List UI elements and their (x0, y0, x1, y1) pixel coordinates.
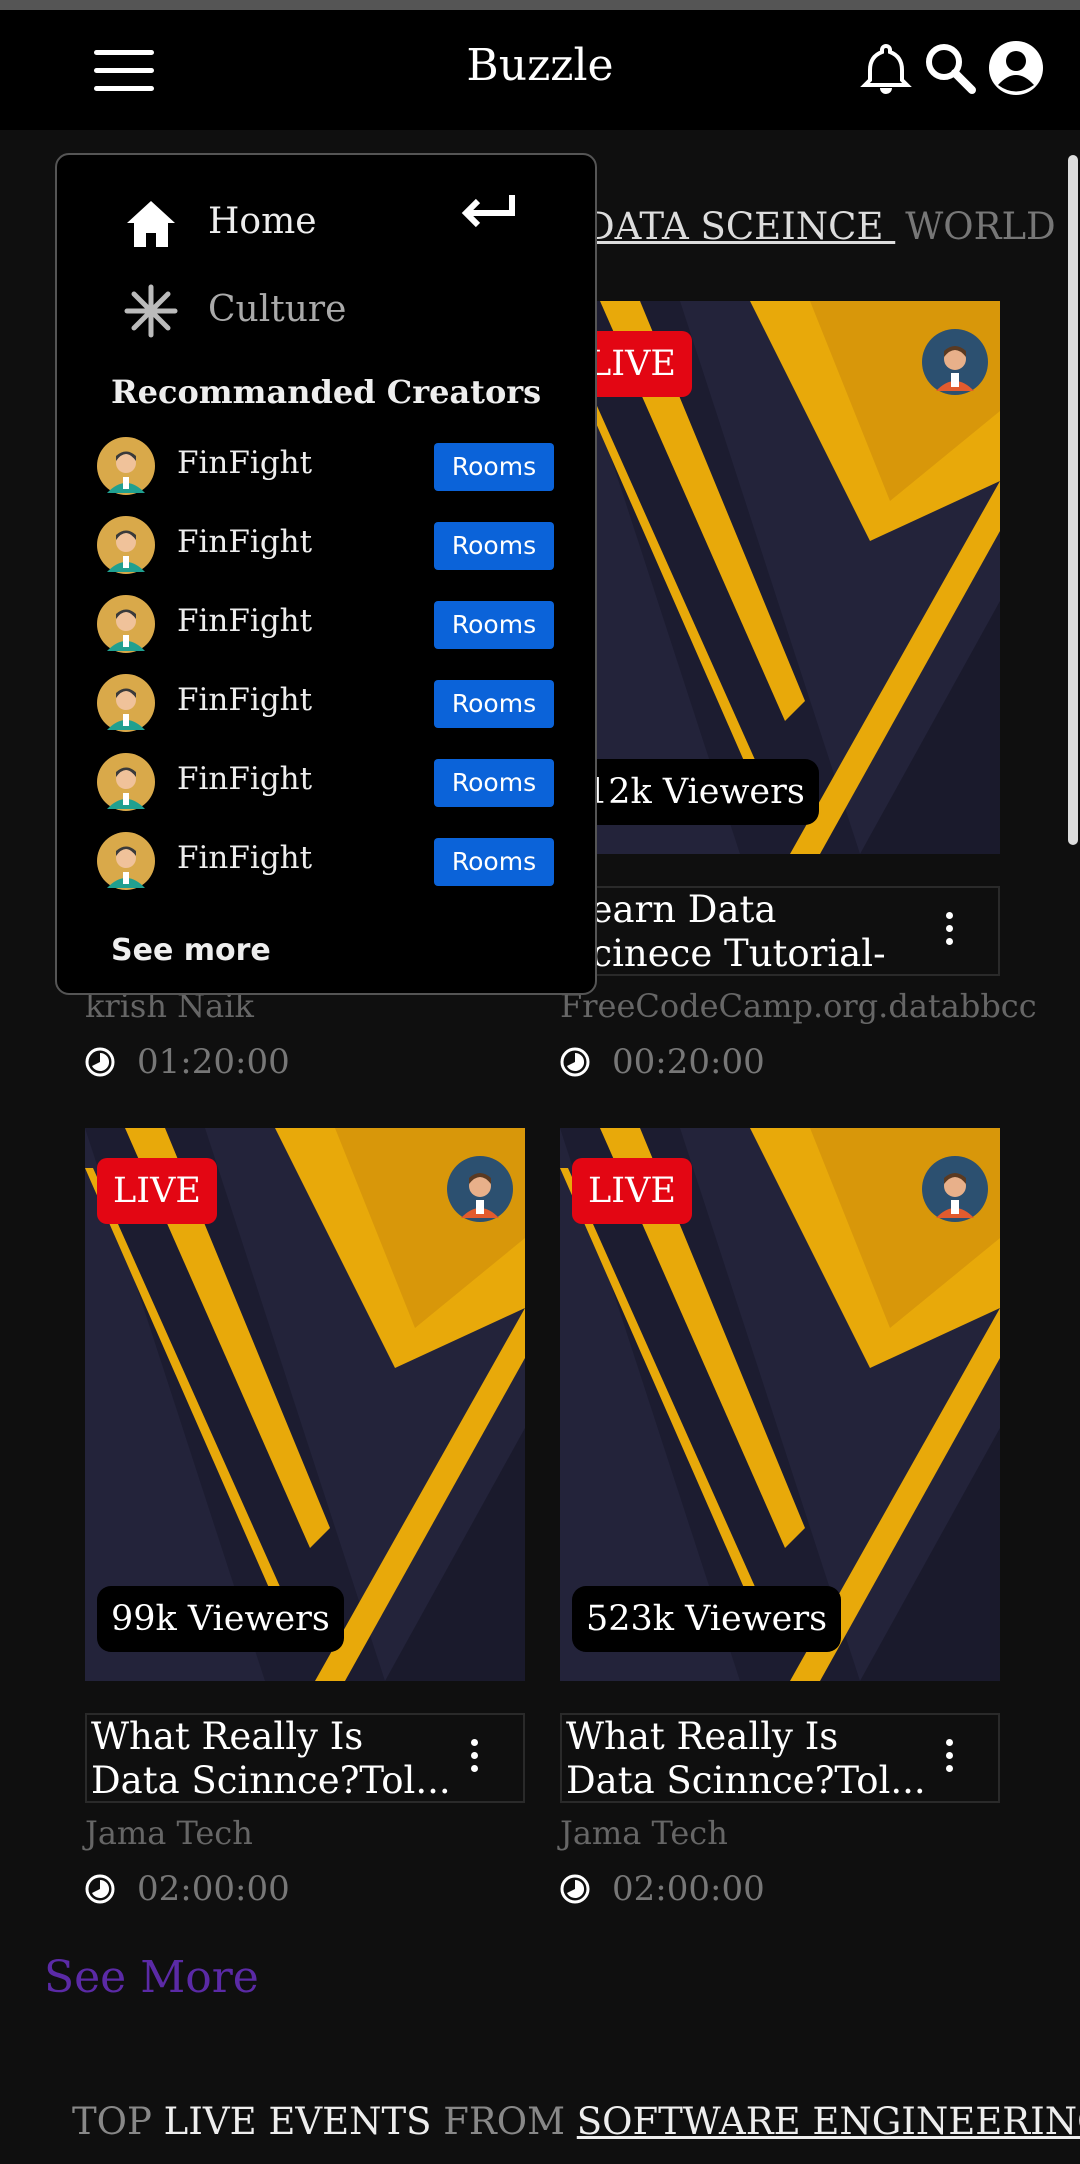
home-icon (127, 201, 175, 247)
search-icon[interactable] (922, 40, 978, 96)
video-title-box: What Really Is Data Scinnce?Tol... (560, 1713, 1000, 1803)
creator-avatar[interactable] (97, 595, 155, 653)
creator-name[interactable]: FinFight (177, 682, 312, 718)
tab-data-science[interactable]: DATA SCEINCE (585, 205, 895, 248)
channel-avatar[interactable] (447, 1156, 513, 1222)
rooms-button[interactable]: Rooms (434, 443, 554, 491)
more-options-icon[interactable] (944, 912, 954, 952)
channel-name[interactable]: Jama Tech (85, 1814, 253, 1852)
creator-avatar[interactable] (97, 516, 155, 574)
more-options-icon[interactable] (944, 1739, 954, 1779)
rooms-button[interactable]: Rooms (434, 601, 554, 649)
video-title-box: Learn Data Scinece Tutorial- Full... (560, 886, 1000, 976)
drawer-item-culture[interactable]: Culture (57, 271, 595, 351)
drawer-see-more-link[interactable]: See more (111, 933, 271, 968)
creator-row[interactable]: FinFight Rooms (57, 510, 595, 580)
account-icon[interactable] (988, 40, 1044, 96)
creator-avatar[interactable] (97, 753, 155, 811)
recommended-creators-title: Recommanded Creators (111, 373, 542, 411)
drawer-item-label: Home (208, 201, 317, 242)
more-options-icon[interactable] (469, 1739, 479, 1779)
viewer-count: 12k Viewers (572, 759, 819, 825)
app-title: Buzzle (466, 40, 614, 91)
creator-row[interactable]: FinFight Rooms (57, 747, 595, 817)
creator-row[interactable]: FinFight Rooms (57, 431, 595, 501)
creator-name[interactable]: FinFight (177, 840, 312, 876)
creator-avatar[interactable] (97, 437, 155, 495)
live-badge: LIVE (97, 1158, 217, 1224)
duration: 01:20:00 (85, 1042, 290, 1082)
video-title[interactable]: What Really Is Data Scinnce?Tol... (91, 1715, 451, 1803)
video-title[interactable]: What Really Is Data Scinnce?Tol... (566, 1715, 926, 1803)
channel-avatar[interactable] (922, 329, 988, 395)
clock-icon (560, 1874, 590, 1904)
duration: 00:20:00 (560, 1042, 765, 1082)
video-thumbnail[interactable]: LIVE 12k Viewers (560, 301, 1000, 854)
clock-icon (85, 1874, 115, 1904)
creator-name[interactable]: FinFight (177, 761, 312, 797)
tab-world[interactable]: WORLD (905, 205, 1055, 248)
creator-row[interactable]: FinFight Rooms (57, 589, 595, 659)
viewer-count: 523k Viewers (572, 1586, 842, 1652)
side-drawer: Home Culture Recommanded Creators FinFig… (55, 153, 597, 995)
creator-avatar[interactable] (97, 832, 155, 890)
channel-name[interactable]: FreeCodeCamp.org.databbcc (560, 987, 1037, 1025)
creator-avatar[interactable] (97, 674, 155, 732)
snowflake-icon (124, 284, 178, 338)
back-arrow-icon[interactable] (460, 191, 516, 231)
clock-icon (85, 1047, 115, 1077)
video-thumbnail[interactable]: LIVE 99k Viewers (85, 1128, 525, 1681)
see-more-link[interactable]: See More (44, 1952, 259, 2003)
creator-row[interactable]: FinFight Rooms (57, 668, 595, 738)
category-link[interactable]: SOFTWARE ENGINEERING (577, 2100, 1080, 2143)
rooms-button[interactable]: Rooms (434, 522, 554, 570)
channel-avatar[interactable] (922, 1156, 988, 1222)
video-title-box: What Really Is Data Scinnce?Tol... (85, 1713, 525, 1803)
creator-row[interactable]: FinFight Rooms (57, 826, 595, 896)
viewer-count: 99k Viewers (97, 1586, 344, 1652)
video-thumbnail[interactable]: LIVE 523k Viewers (560, 1128, 1000, 1681)
rooms-button[interactable]: Rooms (434, 680, 554, 728)
duration: 02:00:00 (85, 1869, 290, 1909)
live-badge: LIVE (572, 1158, 692, 1224)
creator-name[interactable]: FinFight (177, 445, 312, 481)
video-title[interactable]: Learn Data Scinece Tutorial- Full... (566, 888, 926, 976)
bell-icon[interactable] (858, 40, 914, 96)
creator-name[interactable]: FinFight (177, 524, 312, 560)
app-header: Buzzle (0, 10, 1080, 130)
top-edge (0, 0, 1080, 10)
clock-icon (560, 1047, 590, 1077)
category-tabs: DATA SCEINCE WORLD (585, 205, 1056, 248)
creator-name[interactable]: FinFight (177, 603, 312, 639)
rooms-button[interactable]: Rooms (434, 838, 554, 886)
duration: 02:00:00 (560, 1869, 765, 1909)
channel-name[interactable]: Jama Tech (560, 1814, 728, 1852)
section-heading: TOP LIVE EVENTS FROM SOFTWARE ENGINEERIN… (72, 2100, 1080, 2143)
drawer-item-label: Culture (208, 289, 347, 330)
scrollbar[interactable] (1068, 155, 1078, 845)
rooms-button[interactable]: Rooms (434, 759, 554, 807)
